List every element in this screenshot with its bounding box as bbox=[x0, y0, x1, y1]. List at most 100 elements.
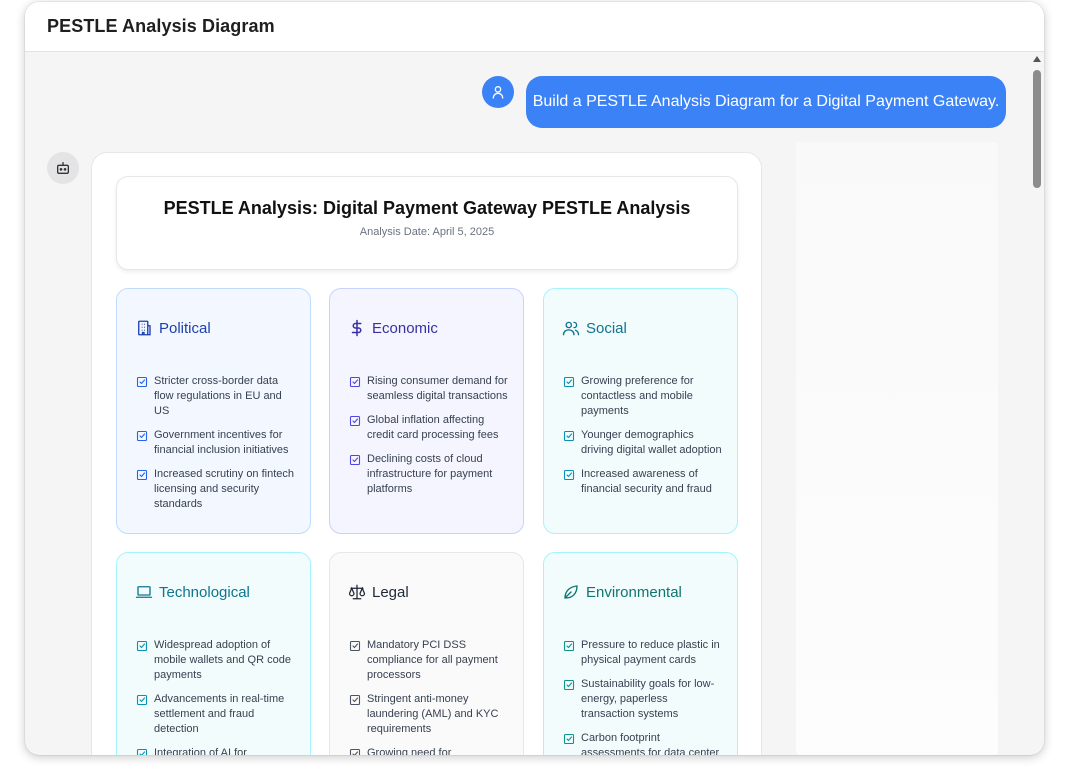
list-item-text: Declining costs of cloud infrastructure … bbox=[367, 453, 493, 495]
bot-icon bbox=[57, 162, 69, 174]
check-icon bbox=[136, 640, 148, 652]
factor-title: Legal bbox=[372, 583, 409, 601]
scroll-thumb[interactable] bbox=[1033, 70, 1041, 188]
window-title: PESTLE Analysis Diagram bbox=[47, 16, 275, 36]
list-item: Rising consumer demand for seamless digi… bbox=[349, 374, 509, 404]
list-item-text: Pressure to reduce plastic in physical p… bbox=[581, 639, 720, 666]
title-bar: PESTLE Analysis Diagram bbox=[25, 2, 1044, 52]
side-panel bbox=[796, 142, 998, 755]
factor-title: Economic bbox=[372, 319, 438, 337]
check-icon bbox=[349, 454, 361, 466]
list-item-text: Stricter cross-border data flow regulati… bbox=[154, 375, 282, 417]
user-avatar bbox=[482, 76, 514, 108]
list-item: Stricter cross-border data flow regulati… bbox=[136, 374, 296, 419]
list-item-text: Growing need for bbox=[367, 747, 452, 755]
check-icon bbox=[563, 640, 575, 652]
list-item-text: Global inflation affecting credit card p… bbox=[367, 414, 499, 441]
list-item: Increased scrutiny on fintech licensing … bbox=[136, 467, 296, 512]
factor-header: Legal bbox=[348, 583, 409, 601]
check-icon bbox=[563, 430, 575, 442]
factor-political: Political Stricter cross-border data flow… bbox=[116, 288, 311, 534]
factor-title: Technological bbox=[159, 583, 250, 601]
factor-legal: Legal Mandatory PCI DSS compliance for al… bbox=[329, 552, 524, 755]
check-icon bbox=[136, 748, 148, 755]
factor-header: Economic bbox=[348, 319, 438, 337]
check-icon bbox=[563, 733, 575, 745]
check-icon bbox=[349, 376, 361, 388]
scroll-up-arrow[interactable] bbox=[1033, 56, 1041, 62]
scrollbar[interactable] bbox=[1031, 52, 1044, 755]
list-item-text: Mandatory PCI DSS compliance for all pay… bbox=[367, 639, 498, 681]
check-icon bbox=[563, 679, 575, 691]
app-window: PESTLE Analysis Diagram Build a PESTLE A… bbox=[25, 2, 1044, 755]
list-item: Mandatory PCI DSS compliance for all pay… bbox=[349, 638, 509, 683]
factor-technological: Technological Widespread adoption of mobi… bbox=[116, 552, 311, 755]
response-card: PESTLE Analysis: Digital Payment Gateway… bbox=[91, 152, 762, 755]
list-item: Widespread adoption of mobile wallets an… bbox=[136, 638, 296, 683]
list-item: Growing need for bbox=[349, 746, 509, 755]
list-item: Increased awareness of financial securit… bbox=[563, 467, 723, 497]
dollar-icon bbox=[348, 319, 366, 337]
user-icon bbox=[492, 86, 504, 99]
list-item-text: Integration of AI for bbox=[154, 747, 247, 755]
list-item-text: Increased scrutiny on fintech licensing … bbox=[154, 468, 295, 510]
factor-header: Political bbox=[135, 319, 211, 337]
list-item: Integration of AI for bbox=[136, 746, 296, 755]
factor-title: Social bbox=[586, 319, 627, 337]
check-icon bbox=[563, 376, 575, 388]
list-item-text: Younger demographics driving digital wal… bbox=[581, 429, 722, 456]
factor-economic: Economic Rising consumer demand for seaml… bbox=[329, 288, 524, 534]
factor-items: Growing preference for contactless and m… bbox=[563, 374, 723, 506]
report-header: PESTLE Analysis: Digital Payment Gateway… bbox=[116, 176, 738, 270]
factor-title: Environmental bbox=[586, 583, 682, 601]
factor-title: Political bbox=[159, 319, 211, 337]
chat-area: Build a PESTLE Analysis Diagram for a Di… bbox=[25, 52, 1031, 755]
list-item: Sustainability goals for low-energy, pap… bbox=[563, 677, 723, 722]
list-item-text: Government incentives for financial incl… bbox=[154, 429, 289, 456]
check-icon bbox=[349, 640, 361, 652]
list-item: Declining costs of cloud infrastructure … bbox=[349, 452, 509, 497]
list-item: Government incentives for financial incl… bbox=[136, 428, 296, 458]
list-item: Global inflation affecting credit card p… bbox=[349, 413, 509, 443]
factor-items: Stricter cross-border data flow regulati… bbox=[136, 374, 296, 521]
list-item: Pressure to reduce plastic in physical p… bbox=[563, 638, 723, 668]
check-icon bbox=[136, 694, 148, 706]
leaf-icon bbox=[562, 583, 580, 601]
report-date: Analysis Date: April 5, 2025 bbox=[359, 226, 495, 238]
building-icon bbox=[135, 319, 153, 337]
list-item: Advancements in real-time settlement and… bbox=[136, 692, 296, 737]
bot-avatar bbox=[47, 152, 79, 184]
factor-header: Technological bbox=[135, 583, 250, 601]
factor-environmental: Environmental Pressure to reduce plastic … bbox=[543, 552, 738, 755]
list-item-text: Rising consumer demand for seamless digi… bbox=[367, 375, 508, 402]
check-icon bbox=[136, 469, 148, 481]
factor-header: Social bbox=[562, 319, 627, 337]
list-item: Younger demographics driving digital wal… bbox=[563, 428, 723, 458]
check-icon bbox=[136, 376, 148, 388]
list-item-text: Sustainability goals for low-energy, pap… bbox=[581, 678, 715, 720]
list-item-text: Increased awareness of financial securit… bbox=[581, 468, 712, 495]
factor-items: Rising consumer demand for seamless digi… bbox=[349, 374, 509, 506]
list-item-text: Carbon footprint assessments for data ce… bbox=[581, 732, 720, 755]
check-icon bbox=[563, 469, 575, 481]
list-item: Growing preference for contactless and m… bbox=[563, 374, 723, 419]
check-icon bbox=[349, 748, 361, 755]
factor-items: Mandatory PCI DSS compliance for all pay… bbox=[349, 638, 509, 755]
factor-social: Social Growing preference for contactless… bbox=[543, 288, 738, 534]
check-icon bbox=[349, 415, 361, 427]
factor-items: Pressure to reduce plastic in physical p… bbox=[563, 638, 723, 755]
report-title: PESTLE Analysis: Digital Payment Gateway… bbox=[163, 198, 691, 218]
factor-header: Environmental bbox=[562, 583, 682, 601]
list-item: Stringent anti-money laundering (AML) an… bbox=[349, 692, 509, 737]
check-icon bbox=[136, 430, 148, 442]
laptop-icon bbox=[135, 583, 153, 601]
list-item: Carbon footprint assessments for data ce… bbox=[563, 731, 723, 755]
users-icon bbox=[562, 319, 580, 337]
check-icon bbox=[349, 694, 361, 706]
user-message: Build a PESTLE Analysis Diagram for a Di… bbox=[526, 76, 1006, 128]
list-item-text: Stringent anti-money laundering (AML) an… bbox=[367, 693, 499, 735]
list-item-text: Advancements in real-time settlement and… bbox=[154, 693, 285, 735]
list-item-text: Growing preference for contactless and m… bbox=[581, 375, 694, 417]
factor-items: Widespread adoption of mobile wallets an… bbox=[136, 638, 296, 755]
list-item-text: Widespread adoption of mobile wallets an… bbox=[154, 639, 291, 681]
